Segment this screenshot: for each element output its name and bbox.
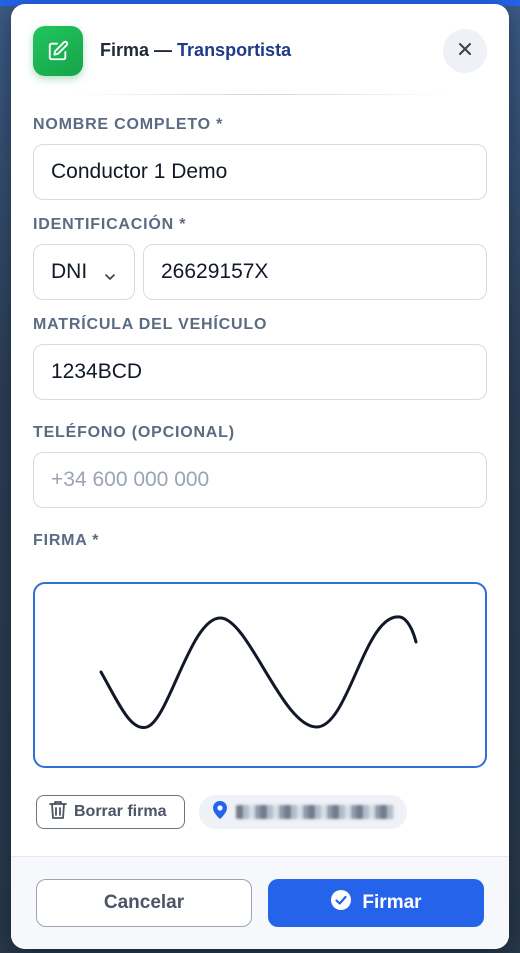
close-icon [457, 41, 473, 62]
signature-stroke [99, 615, 418, 730]
full-name-input[interactable]: Conductor 1 Demo [33, 144, 487, 200]
dialog-title: Firma — Transportista [100, 40, 291, 61]
phone-input[interactable]: +34 600 000 000 [33, 452, 487, 508]
clear-signature-label: Borrar firma [74, 803, 167, 820]
trash-icon [49, 800, 67, 825]
identification-label: IDENTIFICACIÓN * [33, 216, 187, 233]
vehicle-plate-input[interactable]: 1234BCD [33, 344, 487, 400]
phone-label: TELÉFONO (OPCIONAL) [33, 424, 235, 441]
sign-button-label: Firmar [362, 892, 422, 913]
check-circle-icon [330, 889, 352, 917]
identification-number-input[interactable]: 26629157X [143, 244, 487, 300]
footer-divider [11, 856, 509, 857]
signature-dialog: Firma — Transportista NOMBRE COMPLETO * … [11, 4, 509, 949]
document-type-select[interactable]: DNI [33, 244, 135, 300]
chevron-down-icon [104, 265, 116, 289]
cancel-button[interactable]: Cancelar [36, 879, 252, 927]
header-divider [71, 94, 449, 95]
plate-label: MATRÍCULA DEL VEHÍCULO [33, 316, 268, 333]
location-chip [199, 795, 407, 829]
dialog-title-prefix: Firma — [100, 40, 173, 60]
full-name-label: NOMBRE COMPLETO * [33, 116, 224, 133]
dialog-title-role: Transportista [177, 40, 292, 60]
clear-signature-button[interactable]: Borrar firma [36, 795, 185, 829]
signature-pad[interactable] [33, 582, 487, 768]
document-type-value: DNI [51, 260, 88, 283]
signature-label: FIRMA * [33, 532, 100, 549]
sign-button[interactable]: Firmar [268, 879, 484, 927]
location-redacted-text [236, 805, 394, 819]
close-button[interactable] [443, 29, 487, 73]
dialog-header: Firma — Transportista [11, 4, 509, 96]
edit-square-icon [33, 26, 83, 76]
map-pin-icon [213, 800, 227, 824]
